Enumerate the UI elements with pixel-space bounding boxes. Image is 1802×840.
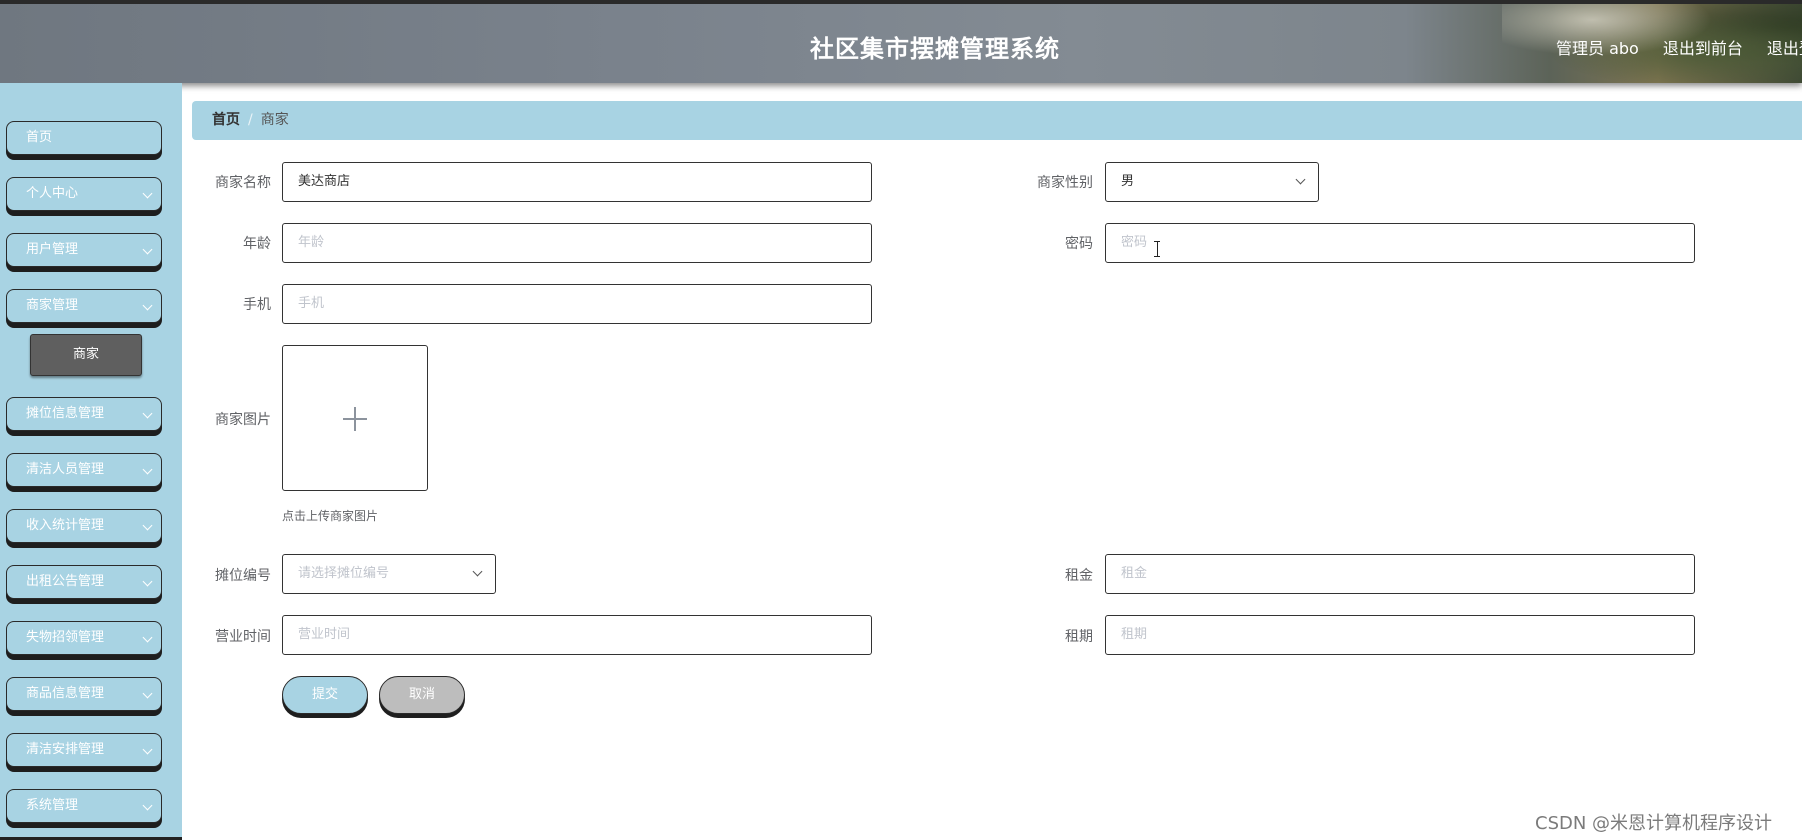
sidebar-item-lost-found[interactable]: 失物招领管理 xyxy=(6,621,162,655)
sidebar-item-label: 收入统计管理 xyxy=(26,518,105,533)
sidebar-item-home[interactable]: 首页 xyxy=(6,121,162,155)
logout-link[interactable]: 退出登 xyxy=(1767,35,1802,59)
sidebar-item-rental-notice[interactable]: 出租公告管理 xyxy=(6,565,162,599)
sidebar-item-label: 系统管理 xyxy=(26,798,79,813)
breadcrumb: 首页 / 商家 xyxy=(192,101,1802,140)
chevron-down-icon xyxy=(142,244,153,255)
header-links: 管理员 abo 退出到前台 退出登 xyxy=(1556,35,1802,59)
chevron-down-icon xyxy=(142,520,153,531)
sidebar-item-label: 摊位信息管理 xyxy=(26,406,105,421)
phone-label: 手机 xyxy=(243,297,271,313)
age-label: 年龄 xyxy=(243,236,271,252)
image-upload-box[interactable] xyxy=(282,345,428,491)
cancel-button[interactable]: 取消 xyxy=(379,676,465,714)
sidebar-subitem-merchant[interactable]: 商家 xyxy=(30,334,142,376)
upload-hint: 点击上传商家图片 xyxy=(282,509,379,523)
top-header: 社区集市摆摊管理系统 管理员 abo 退出到前台 退出登 xyxy=(0,0,1802,83)
business-hours-label: 营业时间 xyxy=(215,629,271,645)
stall-no-label: 摊位编号 xyxy=(215,568,271,584)
lease-term-input[interactable]: 租期 xyxy=(1105,615,1695,655)
chevron-down-icon xyxy=(142,688,153,699)
sidebar-item-merchant-management[interactable]: 商家管理 xyxy=(6,289,162,323)
sidebar-item-label: 清洁安排管理 xyxy=(26,742,105,757)
sidebar-item-label: 清洁人员管理 xyxy=(26,462,105,477)
age-input[interactable]: 年龄 xyxy=(282,223,872,263)
plus-icon xyxy=(354,407,356,431)
sidebar-item-label: 失物招领管理 xyxy=(26,630,105,645)
chevron-down-icon xyxy=(142,464,153,475)
sidebar-item-personal-center[interactable]: 个人中心 xyxy=(6,177,162,211)
stall-no-placeholder: 请选择摊位编号 xyxy=(298,566,390,581)
merchant-name-label: 商家名称 xyxy=(215,175,271,191)
merchant-name-input[interactable]: 美达商店 xyxy=(282,162,872,202)
chevron-down-icon xyxy=(142,800,153,811)
sidebar-item-system-management[interactable]: 系统管理 xyxy=(6,789,162,823)
sidebar-item-label: 商品信息管理 xyxy=(26,686,105,701)
sidebar-item-cleaner-management[interactable]: 清洁人员管理 xyxy=(6,453,162,487)
password-label: 密码 xyxy=(1065,236,1093,252)
sidebar-item-label: 商家管理 xyxy=(26,298,79,313)
merchant-image-label: 商家图片 xyxy=(215,412,271,428)
watermark: CSDN @米恩计算机程序设计 xyxy=(1535,813,1773,834)
text-cursor-icon xyxy=(1154,241,1160,257)
sidebar: 首页 个人中心 用户管理 商家管理 商家 摊位信息管理 清洁人员管理 收入统计管… xyxy=(0,83,182,840)
stall-no-select[interactable]: 请选择摊位编号 xyxy=(282,554,496,594)
chevron-down-icon xyxy=(142,576,153,587)
sidebar-item-stall-management[interactable]: 摊位信息管理 xyxy=(6,397,162,431)
breadcrumb-home[interactable]: 首页 xyxy=(212,112,240,128)
chevron-down-icon xyxy=(472,566,483,577)
chevron-down-icon xyxy=(1295,174,1306,185)
app-title: 社区集市摆摊管理系统 xyxy=(810,35,1060,63)
sidebar-item-goods-info[interactable]: 商品信息管理 xyxy=(6,677,162,711)
sidebar-item-user-management[interactable]: 用户管理 xyxy=(6,233,162,267)
chevron-down-icon xyxy=(142,300,153,311)
sidebar-item-label: 个人中心 xyxy=(26,186,79,201)
merchant-gender-value: 男 xyxy=(1121,174,1135,189)
chevron-down-icon xyxy=(142,632,153,643)
merchant-gender-label: 商家性别 xyxy=(1037,175,1093,191)
submit-button[interactable]: 提交 xyxy=(282,676,368,714)
breadcrumb-current: 商家 xyxy=(260,112,289,128)
phone-input[interactable]: 手机 xyxy=(282,284,872,324)
chevron-down-icon xyxy=(142,408,153,419)
sidebar-item-income-stats[interactable]: 收入统计管理 xyxy=(6,509,162,543)
sidebar-item-label: 出租公告管理 xyxy=(26,574,105,589)
sidebar-item-label: 用户管理 xyxy=(26,242,79,257)
merchant-gender-select[interactable]: 男 xyxy=(1105,162,1319,202)
rent-label: 租金 xyxy=(1065,568,1093,584)
password-input[interactable]: 密码 xyxy=(1105,223,1695,263)
chevron-down-icon xyxy=(142,744,153,755)
rent-input[interactable]: 租金 xyxy=(1105,554,1695,594)
sidebar-item-cleaning-schedule[interactable]: 清洁安排管理 xyxy=(6,733,162,767)
page: 社区集市摆摊管理系统 管理员 abo 退出到前台 退出登 首页 个人中心 用户管… xyxy=(0,0,1802,840)
admin-user-link[interactable]: 管理员 abo xyxy=(1556,35,1639,59)
lease-term-label: 租期 xyxy=(1065,629,1093,645)
back-to-frontend-link[interactable]: 退出到前台 xyxy=(1663,35,1743,59)
breadcrumb-separator: / xyxy=(248,112,253,128)
chevron-down-icon xyxy=(142,188,153,199)
sidebar-item-label: 首页 xyxy=(26,130,53,145)
business-hours-input[interactable]: 营业时间 xyxy=(282,615,872,655)
